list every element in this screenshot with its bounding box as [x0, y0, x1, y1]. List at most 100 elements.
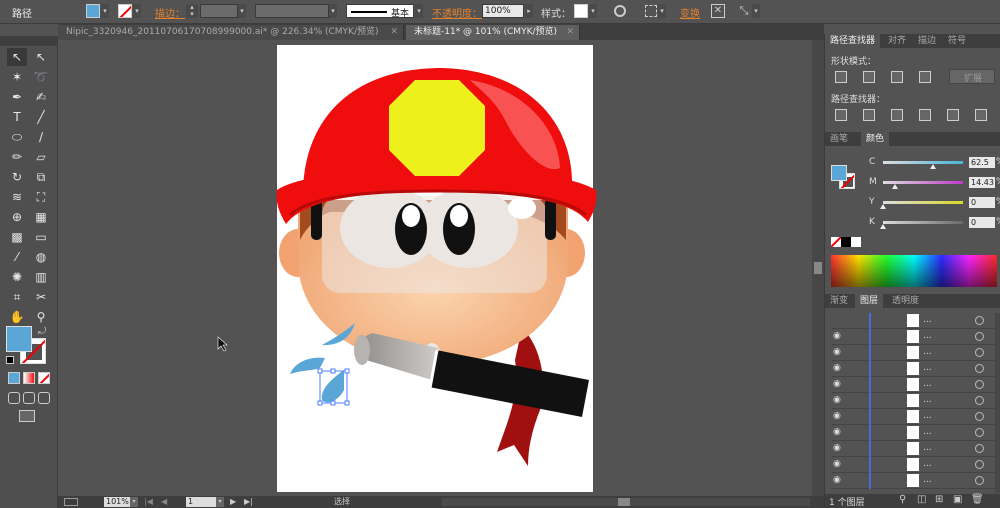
profile-dropdown[interactable]: ▾	[329, 4, 337, 18]
eye-icon[interactable]: ◉	[833, 427, 845, 439]
layer-name[interactable]: ...	[923, 411, 932, 421]
white-swatch[interactable]	[851, 237, 861, 247]
layer-name[interactable]: ...	[923, 347, 932, 357]
target-circle-icon[interactable]	[975, 316, 984, 325]
brush-style-box[interactable]: 基本	[346, 4, 414, 19]
layer-name[interactable]: ...	[923, 427, 932, 437]
expand-button[interactable]: 扩展	[949, 69, 995, 84]
page-input[interactable]: 1	[186, 497, 216, 507]
close-icon[interactable]: ✕	[566, 25, 574, 40]
arrange-dropdown[interactable]: ▾	[752, 4, 760, 18]
slider-knob-icon[interactable]	[891, 184, 898, 189]
color-spectrum[interactable]	[831, 255, 997, 287]
draw-inside-icon[interactable]	[38, 392, 50, 404]
layer-row[interactable]: ◉...	[831, 409, 997, 425]
eye-icon[interactable]: ◉	[833, 443, 845, 455]
opacity-label[interactable]: 不透明度：	[432, 5, 482, 20]
outline-icon[interactable]	[947, 109, 959, 121]
channel-value-m[interactable]: 14.43	[969, 177, 995, 188]
close-icon[interactable]: ✕	[390, 25, 398, 40]
layer-row[interactable]: ◉...	[831, 425, 997, 441]
shape-builder-tool-icon[interactable]: ⊕	[7, 208, 27, 226]
layers-scrollbar[interactable]	[995, 313, 1000, 493]
black-swatch[interactable]	[841, 237, 851, 247]
exclude-icon[interactable]	[919, 71, 931, 83]
target-circle-icon[interactable]	[975, 412, 984, 421]
eye-icon[interactable]: ◉	[833, 379, 845, 391]
isolate-icon[interactable]: ✕	[711, 4, 725, 18]
target-circle-icon[interactable]	[975, 396, 984, 405]
none-swatch[interactable]	[831, 237, 841, 247]
draw-behind-icon[interactable]	[23, 392, 35, 404]
tab-brushes[interactable]: 画笔	[825, 132, 853, 146]
slice-tool-icon[interactable]: ✂	[31, 288, 51, 306]
stroke-dropdown[interactable]: ▾	[133, 4, 141, 18]
make-clipping-mask-icon[interactable]: ◫	[917, 494, 926, 505]
layer-row[interactable]: ◉...	[831, 329, 997, 345]
minus-back-icon[interactable]	[975, 109, 987, 121]
align-options-icon[interactable]	[645, 5, 657, 17]
arrange-icon[interactable]: ⤡	[737, 4, 751, 18]
transform-link[interactable]: 变换	[680, 5, 700, 20]
trim-icon[interactable]	[863, 109, 875, 121]
prev-page-icon[interactable]: ◀	[161, 497, 167, 506]
layer-name[interactable]: ...	[923, 315, 932, 325]
target-circle-icon[interactable]	[975, 460, 984, 469]
doc-tab-nipic[interactable]: Nipic_3320946_20110706170708999000.ai* @…	[58, 25, 404, 40]
tab-stroke[interactable]: 描边	[913, 34, 941, 48]
pen-tool-icon[interactable]: ✒	[7, 88, 27, 106]
recolor-icon[interactable]	[614, 5, 626, 17]
first-page-icon[interactable]: |◀	[144, 497, 153, 506]
next-page-icon[interactable]: ▶	[230, 497, 236, 506]
target-circle-icon[interactable]	[975, 428, 984, 437]
divide-icon[interactable]	[835, 109, 847, 121]
layer-name[interactable]: ...	[923, 363, 932, 373]
tab-align[interactable]: 对齐	[883, 34, 911, 48]
target-circle-icon[interactable]	[975, 380, 984, 389]
magic-wand-tool-icon[interactable]: ✶	[7, 68, 27, 86]
brush-dropdown[interactable]: ▾	[415, 4, 423, 18]
gradient-tool-icon[interactable]: ▭	[31, 228, 51, 246]
align-dropdown[interactable]: ▾	[658, 4, 666, 18]
scale-tool-icon[interactable]: ⧉	[31, 168, 51, 186]
layer-row[interactable]: ◉...	[831, 473, 997, 489]
target-circle-icon[interactable]	[975, 348, 984, 357]
stroke-swatch[interactable]	[118, 4, 132, 18]
type-tool-icon[interactable]: T	[7, 108, 27, 126]
target-circle-icon[interactable]	[975, 476, 984, 485]
page-dropdown[interactable]: ▾	[216, 497, 224, 507]
delete-icon[interactable]: 🗑	[971, 494, 984, 505]
eraser-tool-icon[interactable]: ▱	[31, 148, 51, 166]
opacity-input[interactable]: 100%	[482, 4, 524, 18]
crop-icon[interactable]	[919, 109, 931, 121]
eye-icon[interactable]: ◉	[833, 363, 845, 375]
hand-tool-icon[interactable]: ✋	[7, 308, 27, 326]
free-transform-tool-icon[interactable]: ⛶	[31, 188, 51, 206]
doc-tab-untitled[interactable]: 未标题-11* @ 101% (CMYK/预览) ✕	[406, 25, 580, 40]
merge-icon[interactable]	[891, 109, 903, 121]
tab-pathfinder[interactable]: 路径查找器	[825, 34, 881, 48]
eye-icon[interactable]: ◉	[833, 475, 845, 487]
slider-knob-icon[interactable]	[880, 204, 886, 209]
rotate-tool-icon[interactable]: ↻	[7, 168, 27, 186]
minus-front-icon[interactable]	[863, 71, 875, 83]
fill-swatch[interactable]	[86, 4, 100, 18]
tab-transparency[interactable]: 透明度	[887, 294, 924, 308]
symbol-sprayer-tool-icon[interactable]: ✺	[7, 268, 27, 286]
slider-knob-icon[interactable]	[880, 224, 886, 229]
stroke-weight-input[interactable]	[200, 4, 238, 18]
line-tool-icon[interactable]: ╱	[31, 108, 51, 126]
channel-slider-k[interactable]	[883, 221, 963, 224]
gradient-mode-icon[interactable]	[23, 372, 35, 384]
eye-icon[interactable]: ◉	[833, 459, 845, 471]
fill-dropdown[interactable]: ▾	[101, 4, 109, 18]
layer-row[interactable]: ◉...	[831, 345, 997, 361]
layer-row[interactable]: ◉...	[831, 457, 997, 473]
color-mode-icon[interactable]	[8, 372, 20, 384]
last-page-icon[interactable]: ▶|	[244, 497, 253, 506]
pencil-tool-icon[interactable]: ✏	[7, 148, 27, 166]
status-scroll-thumb[interactable]	[618, 498, 630, 506]
target-circle-icon[interactable]	[975, 332, 984, 341]
paintbrush-tool-icon[interactable]: ∕	[31, 128, 51, 146]
blend-tool-icon[interactable]: ◍	[31, 248, 51, 266]
